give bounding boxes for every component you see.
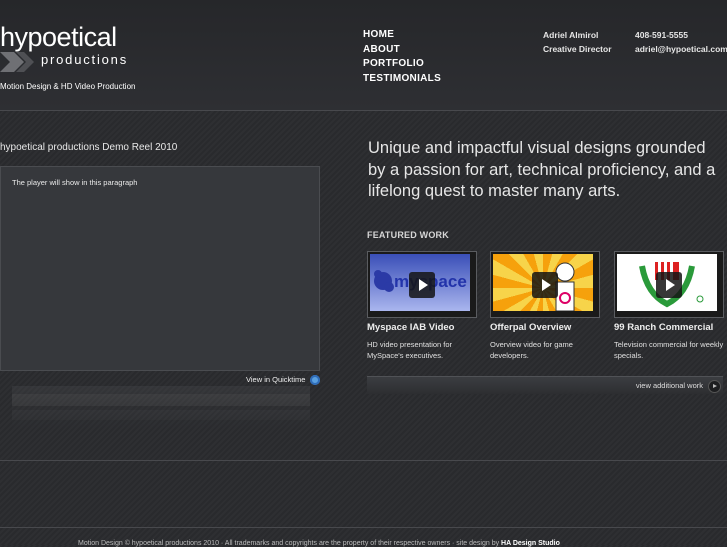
nav-about[interactable]: ABOUT bbox=[363, 43, 441, 58]
footer: Motion Design © hypoetical productions 2… bbox=[78, 540, 560, 547]
contact-email[interactable]: adriel@hypoetical.com bbox=[635, 43, 727, 57]
contact-details: 408-591-5555 adriel@hypoetical.com bbox=[635, 29, 727, 56]
work-description: HD video presentation for MySpace's exec… bbox=[367, 340, 453, 360]
work-title[interactable]: Offerpal Overview bbox=[490, 322, 600, 333]
logo[interactable]: hypoetical productions bbox=[0, 22, 135, 73]
quicktime-icon[interactable] bbox=[310, 375, 320, 385]
video-player[interactable]: The player will show in this paragraph bbox=[0, 166, 320, 371]
work-description: Overview video for game developers. bbox=[490, 340, 573, 360]
work-item-myspace[interactable]: myspace Myspace IAB Video HD video prese… bbox=[367, 251, 477, 361]
player-placeholder-text: The player will show in this paragraph bbox=[12, 178, 138, 187]
tagline: Motion Design & HD Video Production bbox=[0, 82, 136, 91]
footer-text: Motion Design © hypoetical productions 2… bbox=[78, 540, 500, 547]
quicktime-link[interactable]: View in Quicktime bbox=[246, 375, 305, 384]
intro-text: Unique and impactful visual designs grou… bbox=[368, 139, 716, 200]
reel-title: hypoetical productions Demo Reel 2010 bbox=[0, 142, 178, 153]
work-description: Television commercial for weekly special… bbox=[614, 340, 724, 360]
additional-work-bar[interactable]: view additional work bbox=[367, 376, 723, 394]
contact-phone: 408-591-5555 bbox=[635, 30, 688, 40]
contact-role: Creative Director bbox=[543, 43, 612, 54]
work-thumbnail[interactable]: myspace bbox=[367, 251, 477, 318]
featured-heading: FEATURED WORK bbox=[367, 230, 449, 240]
contact-person: Adriel Almirol Creative Director bbox=[543, 29, 612, 56]
arrow-right-icon[interactable] bbox=[708, 380, 721, 393]
logo-sub-text: productions bbox=[40, 52, 128, 67]
additional-work-link[interactable]: view additional work bbox=[636, 381, 703, 390]
main-nav: HOME ABOUT PORTFOLIO TESTIMONIALS bbox=[363, 28, 441, 86]
work-thumbnail[interactable] bbox=[490, 251, 600, 318]
nav-testimonials[interactable]: TESTIMONIALS bbox=[363, 72, 441, 87]
work-title[interactable]: 99 Ranch Commercial bbox=[614, 322, 724, 333]
contact-name: Adriel Almirol bbox=[543, 30, 599, 40]
work-item-offerpal[interactable]: Offerpal Overview Overview video for gam… bbox=[490, 251, 600, 361]
play-icon[interactable] bbox=[656, 271, 682, 298]
logo-chevron-icon bbox=[0, 52, 34, 72]
player-reflection bbox=[12, 386, 310, 438]
work-title[interactable]: Myspace IAB Video bbox=[367, 322, 477, 333]
content-divider bbox=[0, 460, 727, 461]
header-divider bbox=[0, 110, 727, 111]
play-icon[interactable] bbox=[409, 271, 435, 298]
logo-main-text: hypoetical bbox=[0, 22, 117, 52]
footer-credit-link[interactable]: HA Design Studio bbox=[501, 540, 560, 547]
play-icon[interactable] bbox=[532, 271, 558, 298]
nav-portfolio[interactable]: PORTFOLIO bbox=[363, 57, 441, 72]
work-thumbnail[interactable] bbox=[614, 251, 724, 318]
footer-divider bbox=[0, 527, 727, 528]
nav-home[interactable]: HOME bbox=[363, 28, 441, 43]
work-item-99ranch[interactable]: 99 Ranch Commercial Television commercia… bbox=[614, 251, 724, 361]
